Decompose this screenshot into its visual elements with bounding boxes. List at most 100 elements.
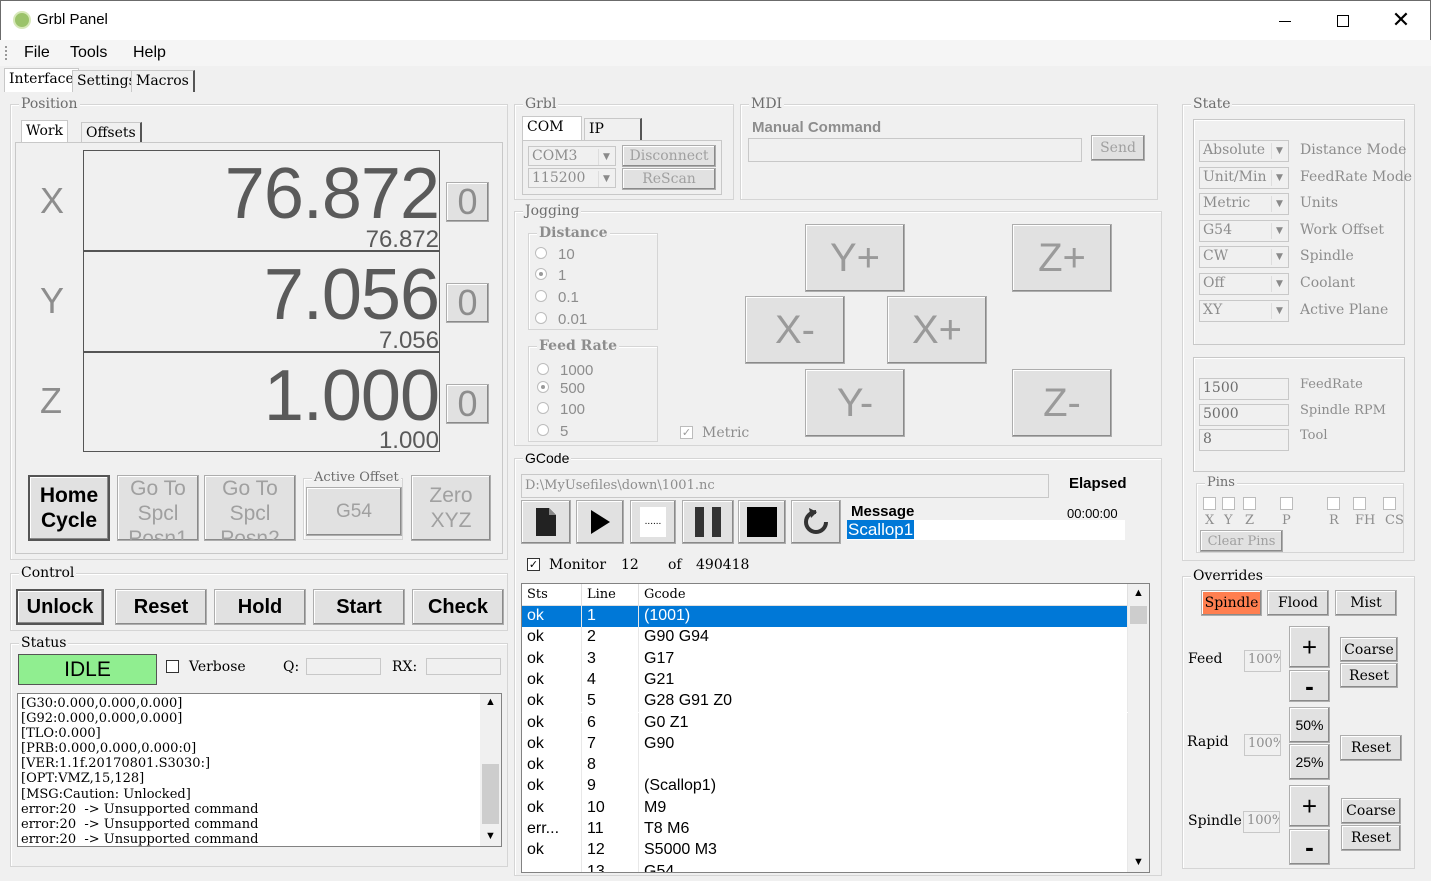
tab-offsets[interactable]: Offsets bbox=[81, 122, 142, 142]
gcode-file-path[interactable]: D:\MyUsefiles\down\1001.nc bbox=[521, 474, 1049, 498]
pause-button[interactable] bbox=[682, 500, 734, 544]
column-header-line[interactable]: Line bbox=[582, 584, 639, 606]
check-button[interactable]: Check bbox=[412, 589, 504, 625]
gcode-scrollbar[interactable]: ▲ ▼ bbox=[1128, 584, 1149, 872]
tab-work[interactable]: Work bbox=[21, 120, 69, 142]
reload-button[interactable] bbox=[791, 500, 841, 544]
zero-x-button[interactable]: 0 bbox=[446, 181, 489, 222]
spindle-coarse-button[interactable]: Coarse bbox=[1341, 798, 1401, 824]
open-file-button[interactable] bbox=[521, 500, 571, 544]
mode-select[interactable]: Unit/Min ▼ bbox=[1199, 166, 1289, 189]
rapid-50-button[interactable]: 50% bbox=[1289, 707, 1330, 743]
baud-rate-select[interactable]: 115200 ▼ bbox=[528, 168, 616, 188]
start-button[interactable]: Start bbox=[313, 589, 405, 625]
rapid-reset-button[interactable]: Reset bbox=[1340, 735, 1402, 761]
tab-macros[interactable]: Macros bbox=[131, 70, 195, 92]
spindle-override-button[interactable]: Spindle bbox=[1201, 590, 1262, 616]
flood-button[interactable]: Flood bbox=[1267, 590, 1329, 616]
feed-plus-button[interactable]: + bbox=[1289, 626, 1330, 668]
tab-ip[interactable]: IP bbox=[584, 118, 642, 140]
zero-z-button[interactable]: 0 bbox=[446, 383, 489, 424]
mode-select[interactable]: G54 ▼ bbox=[1199, 219, 1289, 242]
table-row[interactable]: ok 9 (Scallop1) bbox=[522, 776, 1128, 798]
scroll-thumb[interactable] bbox=[482, 764, 499, 824]
mode-select[interactable]: XY ▼ bbox=[1199, 299, 1289, 322]
com-port-select[interactable]: COM3 ▼ bbox=[528, 146, 616, 166]
tab-com[interactable]: COM bbox=[522, 116, 582, 140]
distance-radio-1[interactable] bbox=[535, 268, 547, 280]
menu-help[interactable]: Help bbox=[133, 44, 166, 62]
table-row[interactable]: ok 12 S5000 M3 bbox=[522, 840, 1128, 862]
minimize-icon[interactable] bbox=[1271, 13, 1301, 29]
scroll-up-icon[interactable]: ▲ bbox=[1133, 587, 1144, 599]
distance-radio-10[interactable] bbox=[535, 247, 547, 259]
log-scrollbar[interactable]: ▲ ▼ bbox=[480, 694, 501, 846]
jog-x-plus-button[interactable]: X+ bbox=[887, 296, 987, 364]
feed-reset-button[interactable]: Reset bbox=[1340, 663, 1398, 688]
distance-radio-0-01[interactable] bbox=[535, 312, 547, 324]
feed-minus-button[interactable]: - bbox=[1289, 670, 1330, 702]
spindle-minus-button[interactable]: - bbox=[1289, 829, 1330, 865]
table-row[interactable]: ok 7 G90 bbox=[522, 733, 1128, 756]
metric-checkbox[interactable]: ✓ bbox=[680, 426, 693, 439]
table-row[interactable]: ok 5 G28 G91 Z0 bbox=[522, 691, 1128, 713]
goto-spcl-posn1-button[interactable]: Go To Spcl Posn1 bbox=[117, 475, 199, 541]
reset-button[interactable]: Reset bbox=[115, 589, 207, 625]
goto-spcl-posn2-button[interactable]: Go To Spcl Posn2 bbox=[204, 475, 296, 541]
table-row[interactable]: ok 2 G90 G94 bbox=[522, 627, 1128, 649]
mode-select[interactable]: Off ▼ bbox=[1199, 273, 1289, 295]
disconnect-button[interactable]: Disconnect bbox=[622, 145, 716, 167]
feed-radio-5[interactable] bbox=[537, 424, 549, 436]
monitor-checkbox[interactable]: ✓ bbox=[527, 558, 540, 571]
scroll-thumb[interactable] bbox=[1130, 606, 1147, 624]
spindle-reset-button[interactable]: Reset bbox=[1341, 825, 1401, 851]
clear-pins-button[interactable]: Clear Pins bbox=[1200, 530, 1283, 552]
table-row[interactable]: err... 11 T8 M6 bbox=[522, 819, 1128, 841]
distance-radio-0-1[interactable] bbox=[535, 290, 547, 302]
jog-x-minus-button[interactable]: X- bbox=[745, 296, 845, 364]
maximize-icon[interactable] bbox=[1329, 13, 1359, 31]
zero-y-button[interactable]: 0 bbox=[446, 282, 489, 323]
table-row[interactable]: ok 10 M9 bbox=[522, 797, 1128, 819]
mist-button[interactable]: Mist bbox=[1335, 590, 1397, 616]
send-button[interactable]: Send bbox=[1091, 135, 1145, 161]
rescan-button[interactable]: ReScan bbox=[622, 168, 716, 190]
menu-file[interactable]: File bbox=[24, 44, 50, 62]
mode-select[interactable]: Metric ▼ bbox=[1199, 193, 1289, 216]
column-header-gcode[interactable]: Gcode bbox=[639, 584, 1128, 606]
close-icon[interactable]: ✕ bbox=[1389, 7, 1413, 32]
stop-button[interactable] bbox=[738, 500, 786, 544]
feed-radio-500[interactable] bbox=[537, 381, 549, 393]
spindle-plus-button[interactable]: + bbox=[1289, 785, 1330, 827]
manual-command-input[interactable] bbox=[748, 138, 1082, 162]
scroll-down-icon[interactable]: ▼ bbox=[485, 830, 496, 842]
jog-y-plus-button[interactable]: Y+ bbox=[805, 224, 905, 292]
rapid-25-button[interactable]: 25% bbox=[1289, 744, 1330, 780]
unlock-button[interactable]: Unlock bbox=[16, 589, 104, 625]
jog-y-minus-button[interactable]: Y- bbox=[805, 369, 905, 437]
scroll-up-icon[interactable]: ▲ bbox=[485, 696, 496, 708]
jog-z-minus-button[interactable]: Z- bbox=[1012, 369, 1112, 437]
zero-xyz-button[interactable]: Zero XYZ bbox=[411, 475, 491, 541]
scroll-down-icon[interactable]: ▼ bbox=[1133, 856, 1144, 868]
feed-radio-1000[interactable] bbox=[537, 363, 549, 375]
mode-select[interactable]: CW ▼ bbox=[1199, 246, 1289, 269]
active-offset-button[interactable]: G54 bbox=[306, 487, 402, 536]
menu-tools[interactable]: Tools bbox=[70, 44, 107, 62]
table-row[interactable]: ok 4 G21 bbox=[522, 669, 1128, 692]
mode-select[interactable]: Absolute ▼ bbox=[1199, 140, 1289, 162]
table-row[interactable]: ok 6 G0 Z1 bbox=[522, 712, 1128, 734]
column-header-sts[interactable]: Sts bbox=[522, 584, 582, 606]
jog-z-plus-button[interactable]: Z+ bbox=[1012, 224, 1112, 292]
play-button[interactable] bbox=[576, 500, 624, 544]
tab-interface[interactable]: Interface bbox=[4, 68, 79, 92]
feed-radio-100[interactable] bbox=[537, 402, 549, 414]
hold-button[interactable]: Hold bbox=[214, 589, 306, 625]
table-row[interactable]: ok 8 bbox=[522, 755, 1128, 777]
table-row[interactable]: 13 G54 bbox=[522, 861, 1128, 872]
verbose-checkbox[interactable] bbox=[166, 660, 179, 673]
status-log[interactable]: [G30:0.000,0.000,0.000] [G92:0.000,0.000,… bbox=[17, 693, 502, 847]
table-row[interactable]: ok 1 (1001) bbox=[522, 606, 1128, 628]
table-row[interactable]: ok 3 G17 bbox=[522, 648, 1128, 670]
feed-coarse-button[interactable]: Coarse bbox=[1340, 637, 1398, 662]
